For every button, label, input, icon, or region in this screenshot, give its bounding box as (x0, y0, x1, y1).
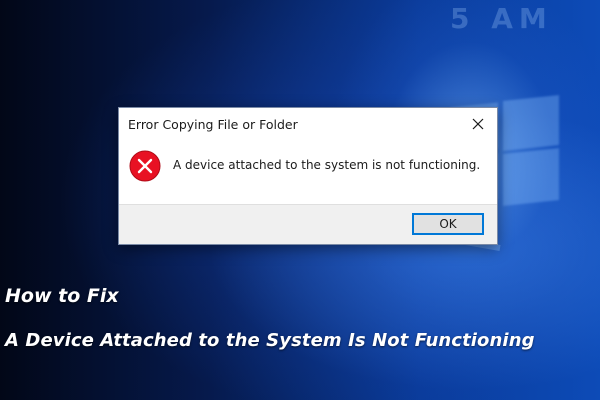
dialog-body: A device attached to the system is not f… (119, 138, 497, 206)
error-dialog: Error Copying File or Folder A device at… (118, 107, 498, 245)
close-button[interactable] (467, 114, 489, 134)
caption-title-line2: A Device Attached to the System Is Not F… (5, 330, 535, 351)
close-icon (472, 118, 484, 130)
caption-title-line1: How to Fix (5, 285, 119, 307)
windows-logo-pane (503, 148, 559, 206)
wallpaper-background-text: 5 AM (450, 2, 553, 35)
dialog-footer: OK (119, 204, 497, 244)
error-icon (129, 150, 161, 182)
windows-logo-pane (503, 95, 559, 151)
ok-button[interactable]: OK (412, 213, 484, 235)
dialog-message: A device attached to the system is not f… (173, 158, 481, 172)
dialog-title: Error Copying File or Folder (128, 117, 298, 132)
